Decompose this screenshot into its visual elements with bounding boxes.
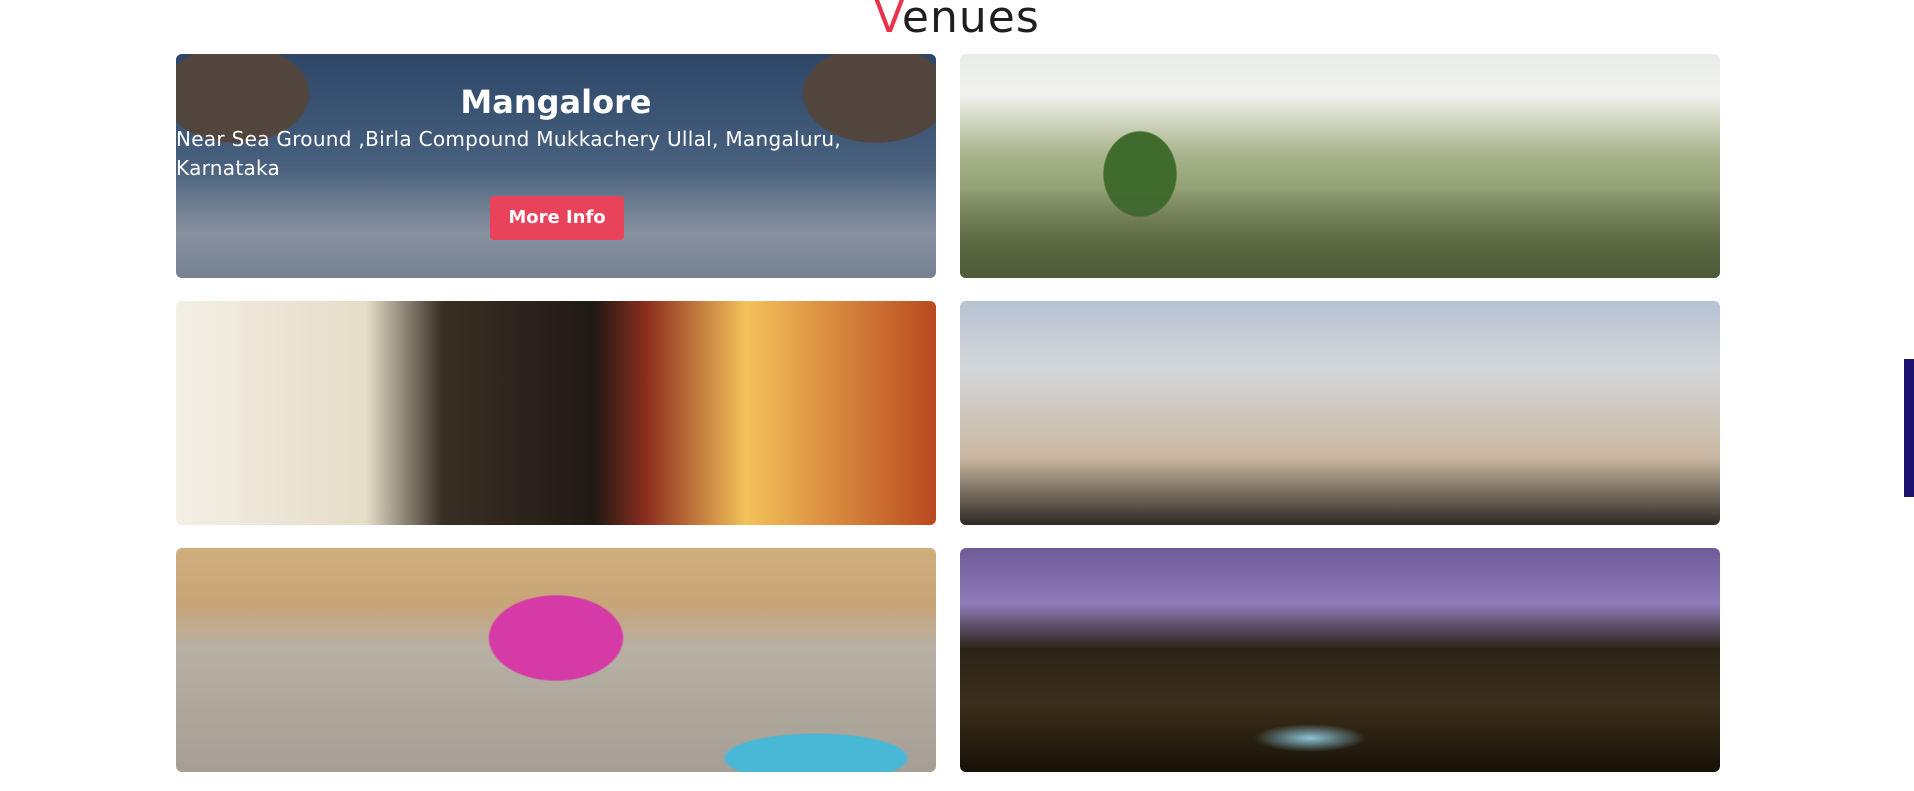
side-tab[interactable] bbox=[1904, 359, 1914, 497]
venue-card[interactable]: Mangalore Near Sea Ground ,Birla Compoun… bbox=[176, 54, 936, 278]
venue-info: Mangalore Near Sea Ground ,Birla Compoun… bbox=[176, 54, 936, 278]
venue-image bbox=[176, 301, 936, 525]
venue-card[interactable] bbox=[176, 548, 936, 772]
venue-image bbox=[960, 54, 1720, 278]
venue-grid: Mangalore Near Sea Ground ,Birla Compoun… bbox=[176, 54, 1721, 772]
venue-image bbox=[176, 548, 936, 772]
venue-card[interactable] bbox=[176, 301, 936, 525]
venue-image bbox=[960, 548, 1720, 772]
venue-image bbox=[960, 301, 1720, 525]
venue-card[interactable] bbox=[960, 54, 1720, 278]
more-info-button[interactable]: More Info bbox=[490, 196, 624, 240]
section-heading: Venues bbox=[0, 0, 1914, 46]
venue-city: Mangalore bbox=[460, 83, 652, 121]
heading-text: enues bbox=[901, 0, 1040, 43]
heading-accent-letter: V bbox=[874, 0, 902, 43]
venue-address: Near Sea Ground ,Birla Compound Mukkache… bbox=[176, 127, 841, 180]
venue-card[interactable] bbox=[960, 301, 1720, 525]
venue-card[interactable] bbox=[960, 548, 1720, 772]
